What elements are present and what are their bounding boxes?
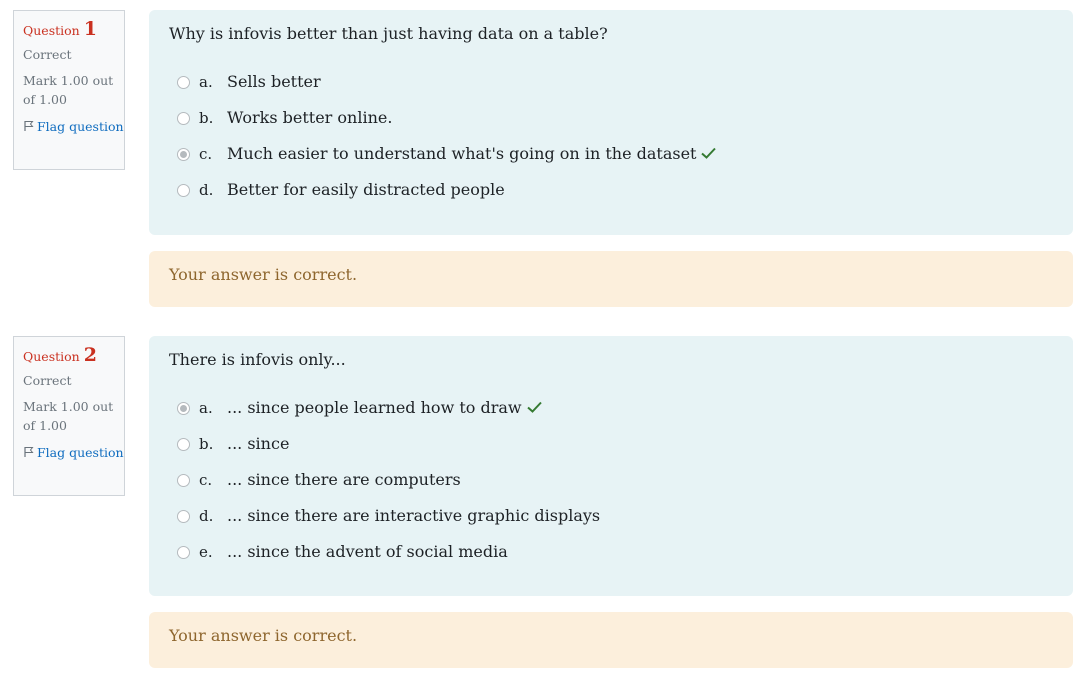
answer-text-wrap: Much easier to understand what's going o…: [227, 143, 717, 165]
answer-radio[interactable]: [177, 76, 190, 89]
question-state: Correct: [23, 373, 72, 388]
answer-letter: b.: [199, 109, 214, 127]
flag-question-link[interactable]: Flag question: [23, 443, 124, 462]
answer-radio-checked[interactable]: [177, 148, 190, 161]
answer-radio[interactable]: [177, 474, 190, 487]
answer-option-selected[interactable]: a. ... since people learned how to draw: [169, 398, 1053, 438]
answer-letter: c.: [199, 145, 213, 163]
answer-text: Sells better: [227, 72, 321, 91]
answer-radio[interactable]: [177, 184, 190, 197]
answer-option[interactable]: e. ... since the advent of social media: [169, 542, 1053, 582]
answer-radio[interactable]: [177, 546, 190, 559]
answer-text: ... since there are computers: [227, 470, 461, 489]
answer-letter: c.: [199, 471, 213, 489]
question-text: Why is infovis better than just having d…: [169, 24, 608, 43]
question-number-value: 2: [83, 344, 97, 366]
answer-letter: e.: [199, 543, 213, 561]
question-label: Question: [23, 349, 80, 364]
feedback-text: Your answer is correct.: [169, 626, 358, 645]
question-info: Question 2 Correct Mark 1.00 out of 1.00…: [13, 336, 125, 496]
feedback-box: Your answer is correct.: [149, 251, 1073, 307]
answer-letter: d.: [199, 181, 214, 199]
answer-radio[interactable]: [177, 510, 190, 523]
answer-text: Better for easily distracted people: [227, 180, 505, 199]
answer-radio[interactable]: [177, 438, 190, 451]
question-number: Question 1: [23, 19, 124, 41]
question-label: Question: [23, 23, 80, 38]
question-info: Question 1 Correct Mark 1.00 out of 1.00…: [13, 10, 125, 170]
answer-text: Works better online.: [227, 108, 393, 127]
answer-letter: a.: [199, 73, 213, 91]
feedback-text: Your answer is correct.: [169, 265, 358, 284]
flag-icon: [24, 447, 34, 457]
flag-icon: [24, 121, 34, 131]
answer-letter: b.: [199, 435, 214, 453]
check-icon: [526, 401, 542, 413]
question-grade: Mark 1.00 out of 1.00: [23, 73, 114, 107]
flag-question-label: Flag question: [37, 119, 124, 134]
answer-letter: a.: [199, 399, 213, 417]
question-number-value: 1: [83, 18, 97, 40]
answer-text: ... since there are interactive graphic …: [227, 506, 601, 525]
answer-text: ... since the advent of social media: [227, 542, 508, 561]
answer-text: ... since people learned how to draw: [227, 398, 522, 417]
answer-radio-checked[interactable]: [177, 402, 190, 415]
question-state: Correct: [23, 47, 72, 62]
check-icon: [701, 147, 717, 159]
answer-text: Much easier to understand what's going o…: [227, 144, 697, 163]
answer-text: ... since: [227, 434, 290, 453]
question-formulation: Why is infovis better than just having d…: [149, 10, 1073, 235]
answer-radio[interactable]: [177, 112, 190, 125]
question-grade: Mark 1.00 out of 1.00: [23, 399, 114, 433]
flag-question-link[interactable]: Flag question: [23, 117, 124, 136]
answer-letter: d.: [199, 507, 214, 525]
question-formulation: There is infovis only... a. ... since pe…: [149, 336, 1073, 596]
answer-option[interactable]: d. Better for easily distracted people: [169, 180, 1053, 220]
flag-question-label: Flag question: [37, 445, 124, 460]
question-text: There is infovis only...: [169, 350, 346, 369]
feedback-box: Your answer is correct.: [149, 612, 1073, 668]
answer-text-wrap: ... since people learned how to draw: [227, 397, 542, 419]
question-number: Question 2: [23, 345, 124, 367]
